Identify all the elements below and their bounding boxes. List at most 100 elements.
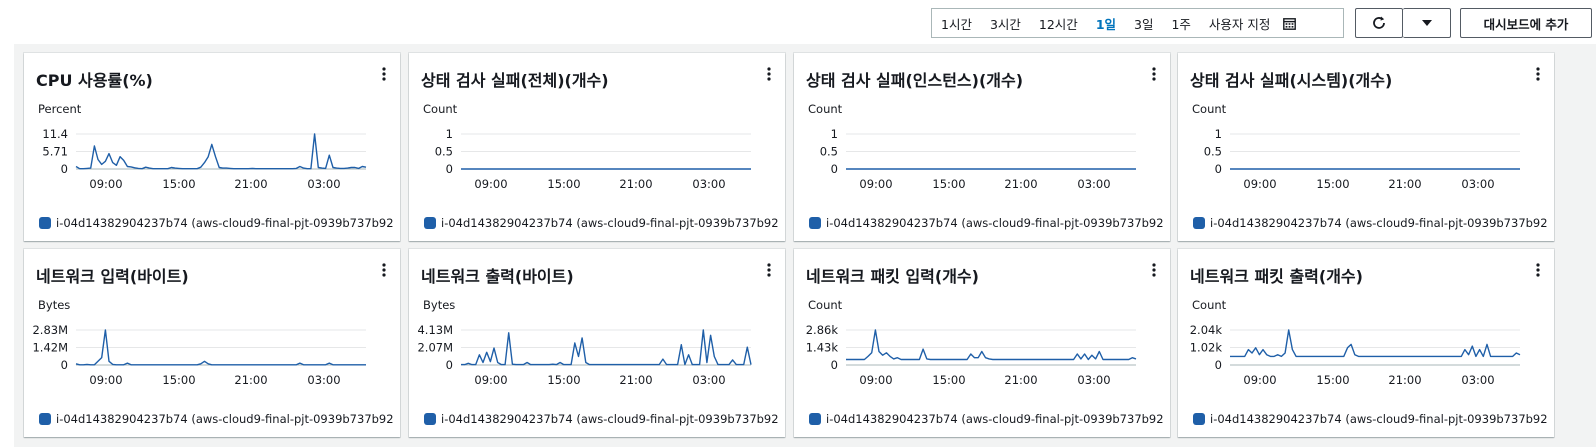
y-tick-label: 0	[446, 162, 453, 176]
x-tick-label: 09:00	[474, 373, 507, 387]
x-tick-label: 03:00	[692, 373, 725, 387]
metric-widget: 네트워크 출력(바이트) Bytes 4.13M 2.07M 0 09:00 15:00 21…	[409, 249, 785, 437]
chart-legend[interactable]: i-04d14382904237b74 (aws-cloud9-final-pj…	[1193, 215, 1548, 231]
widget-title: CPU 사용률(%)	[36, 71, 153, 90]
y-tick-label: 1	[446, 127, 453, 141]
chart-legend[interactable]: i-04d14382904237b74 (aws-cloud9-final-pj…	[424, 215, 779, 231]
kebab-menu-icon[interactable]	[763, 67, 775, 83]
series-line	[846, 329, 1137, 361]
range-option-6[interactable]: 사용자 지정	[1200, 14, 1279, 33]
chart-legend[interactable]: i-04d14382904237b74 (aws-cloud9-final-pj…	[39, 411, 394, 427]
y-tick-label: 0	[1215, 162, 1222, 176]
y-axis-label: Bytes	[38, 298, 70, 312]
x-tick-label: 15:00	[932, 373, 965, 387]
kebab-menu-icon[interactable]	[378, 67, 390, 83]
x-tick-label: 03:00	[1077, 373, 1110, 387]
x-tick-label: 21:00	[1388, 177, 1421, 191]
x-tick-label: 21:00	[619, 177, 652, 191]
x-tick-label: 03:00	[307, 177, 340, 191]
add-to-dashboard-button[interactable]: 대시보드에 추가	[1460, 8, 1592, 38]
widget-title: 네트워크 입력(바이트)	[36, 267, 189, 286]
x-tick-label: 21:00	[234, 177, 267, 191]
widget-title: 상태 검사 실패(시스템)(개수)	[1190, 71, 1393, 90]
y-tick-label: 2.07M	[417, 341, 453, 355]
kebab-menu-icon[interactable]	[378, 263, 390, 279]
y-tick-label: 0	[831, 358, 838, 372]
x-tick-label: 03:00	[692, 177, 725, 191]
add-to-dashboard-label: 대시보드에 추가	[1483, 16, 1569, 32]
kebab-menu-icon[interactable]	[1532, 263, 1544, 279]
x-tick-label: 15:00	[547, 373, 580, 387]
metric-chart: Count 1 0.5 0 09:00 15:00 21:00 03:00	[1192, 102, 1520, 191]
kebab-menu-icon[interactable]	[1532, 67, 1544, 83]
y-axis-label: Count	[808, 298, 843, 312]
legend-label: i-04d14382904237b74 (aws-cloud9-final-pj…	[826, 412, 1164, 426]
chart-legend[interactable]: i-04d14382904237b74 (aws-cloud9-final-pj…	[809, 215, 1164, 231]
range-option-0[interactable]: 1시간	[932, 14, 981, 33]
toolbar: 1시간 3시간 12시간 1일 3일 1주 사용자 지정 대시보드에 추가	[0, 8, 1596, 38]
kebab-menu-icon[interactable]	[1148, 67, 1160, 83]
y-tick-label: 0	[1215, 358, 1222, 372]
x-tick-label: 21:00	[1004, 177, 1037, 191]
x-tick-label: 03:00	[1461, 177, 1494, 191]
legend-label: i-04d14382904237b74 (aws-cloud9-final-pj…	[826, 216, 1164, 230]
chart-legend[interactable]: i-04d14382904237b74 (aws-cloud9-final-pj…	[424, 411, 779, 427]
widget-title: 네트워크 출력(바이트)	[421, 267, 574, 286]
widget-title: 네트워크 패킷 출력(개수)	[1190, 267, 1363, 286]
y-tick-label: 1.02k	[1190, 341, 1223, 355]
range-option-1[interactable]: 3시간	[981, 14, 1030, 33]
metric-widget: 네트워크 패킷 입력(개수) Count 2.86k 1.43k 0 09:00 15:00…	[794, 249, 1170, 437]
legend-swatch	[1193, 217, 1205, 229]
x-tick-label: 15:00	[162, 177, 195, 191]
kebab-menu-icon[interactable]	[763, 263, 775, 279]
range-option-3[interactable]: 1일	[1087, 14, 1125, 33]
y-tick-label: 11.4	[42, 127, 68, 141]
y-tick-label: 0.5	[1204, 145, 1222, 159]
y-tick-label: 0	[446, 358, 453, 372]
legend-label: i-04d14382904237b74 (aws-cloud9-final-pj…	[441, 412, 779, 426]
refresh-icon	[1373, 16, 1385, 29]
y-tick-label: 0.5	[435, 145, 453, 159]
x-tick-label: 15:00	[932, 177, 965, 191]
legend-swatch	[809, 217, 821, 229]
legend-label: i-04d14382904237b74 (aws-cloud9-final-pj…	[1210, 216, 1548, 230]
x-tick-label: 09:00	[859, 373, 892, 387]
widget-title: 상태 검사 실패(인스턴스)(개수)	[806, 71, 1024, 90]
legend-swatch	[424, 413, 436, 425]
y-tick-label: 1.43k	[806, 341, 839, 355]
widget-title: 상태 검사 실패(전체)(개수)	[421, 71, 609, 90]
x-tick-label: 21:00	[234, 373, 267, 387]
y-tick-label: 1	[831, 127, 838, 141]
metric-chart: Count 2.86k 1.43k 0 09:00 15:00 21:00 03:00	[806, 298, 1137, 387]
range-option-4[interactable]: 3일	[1125, 14, 1162, 33]
legend-swatch	[1193, 413, 1205, 425]
x-tick-label: 09:00	[1243, 177, 1276, 191]
y-tick-label: 1.42M	[32, 341, 68, 355]
chart-legend[interactable]: i-04d14382904237b74 (aws-cloud9-final-pj…	[39, 215, 394, 231]
y-tick-label: 0	[61, 162, 68, 176]
calendar-icon[interactable]	[1283, 17, 1297, 30]
time-range-selector: 1시간 3시간 12시간 1일 3일 1주 사용자 지정	[931, 8, 1344, 38]
kebab-menu-icon[interactable]	[1148, 263, 1160, 279]
metric-widget: 네트워크 입력(바이트) Bytes 2.83M 1.42M 0 09:00 15:00 21…	[24, 249, 400, 437]
chart-legend[interactable]: i-04d14382904237b74 (aws-cloud9-final-pj…	[1193, 411, 1548, 427]
refresh-options-button[interactable]	[1403, 8, 1451, 38]
legend-swatch	[809, 413, 821, 425]
y-tick-label: 0	[831, 162, 838, 176]
x-tick-label: 15:00	[547, 177, 580, 191]
x-tick-label: 03:00	[1077, 177, 1110, 191]
y-tick-label: 4.13M	[417, 323, 453, 337]
caret-down-icon	[1421, 20, 1432, 26]
range-option-5[interactable]: 1주	[1162, 14, 1199, 33]
chart-legend[interactable]: i-04d14382904237b74 (aws-cloud9-final-pj…	[809, 411, 1164, 427]
series-line	[1230, 329, 1521, 358]
range-option-2[interactable]: 12시간	[1030, 14, 1087, 33]
metric-chart: Count 2.04k 1.02k 0 09:00 15:00 21:00 03:00	[1190, 298, 1521, 387]
widget-grid: CPU 사용률(%) Percent 11.4 5.71 0 09:00 15:00 21:0…	[14, 44, 1596, 447]
metric-widget: 상태 검사 실패(시스템)(개수) Count 1 0.5 0 09:00 15:00 21:…	[1178, 53, 1554, 241]
refresh-button[interactable]	[1355, 8, 1403, 38]
y-tick-label: 2.83M	[32, 323, 68, 337]
metric-chart: Bytes 2.83M 1.42M 0 09:00 15:00 21:00 03:00	[32, 298, 366, 387]
x-tick-label: 09:00	[474, 177, 507, 191]
metric-chart: Count 1 0.5 0 09:00 15:00 21:00 03:00	[808, 102, 1136, 191]
